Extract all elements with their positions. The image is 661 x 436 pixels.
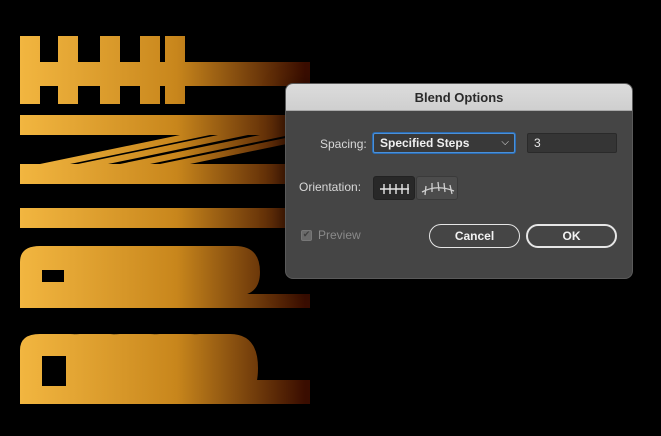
blend-bar: [20, 164, 310, 184]
align-to-page-icon: [380, 184, 409, 194]
chevron-down-icon: ⌵: [501, 137, 509, 148]
blend-bar: [20, 115, 310, 135]
align-to-path-icon: [421, 181, 455, 196]
letter-counter: [42, 270, 64, 282]
cancel-button[interactable]: Cancel: [429, 224, 520, 248]
spacing-dropdown-value: Specified Steps: [380, 136, 470, 150]
blend-options-dialog: Blend Options Spacing: Specified Steps ⌵…: [285, 83, 633, 279]
blend-post: [20, 36, 40, 104]
blend-bar: [20, 294, 310, 308]
spacing-label: Spacing:: [320, 137, 367, 151]
steps-input[interactable]: 3: [527, 133, 617, 153]
align-to-page-button[interactable]: [373, 176, 415, 200]
preview-checkbox[interactable]: ✔: [301, 230, 312, 241]
checkmark-icon: ✔: [302, 230, 311, 240]
ok-button[interactable]: OK: [526, 224, 617, 248]
orientation-label: Orientation:: [299, 180, 362, 194]
blend-post: [165, 36, 185, 104]
blend-post: [58, 36, 78, 104]
preview-label: Preview: [318, 228, 361, 242]
blend-post: [100, 36, 120, 104]
dialog-title: Blend Options: [414, 89, 504, 105]
align-to-path-button[interactable]: [416, 176, 458, 200]
blend-bar: [20, 208, 310, 228]
letter-counter: [42, 356, 66, 386]
spacing-dropdown[interactable]: Specified Steps ⌵: [373, 133, 515, 153]
blend-letter-r: [180, 246, 260, 296]
dialog-titlebar[interactable]: Blend Options: [286, 84, 632, 111]
blend-post: [140, 36, 160, 104]
